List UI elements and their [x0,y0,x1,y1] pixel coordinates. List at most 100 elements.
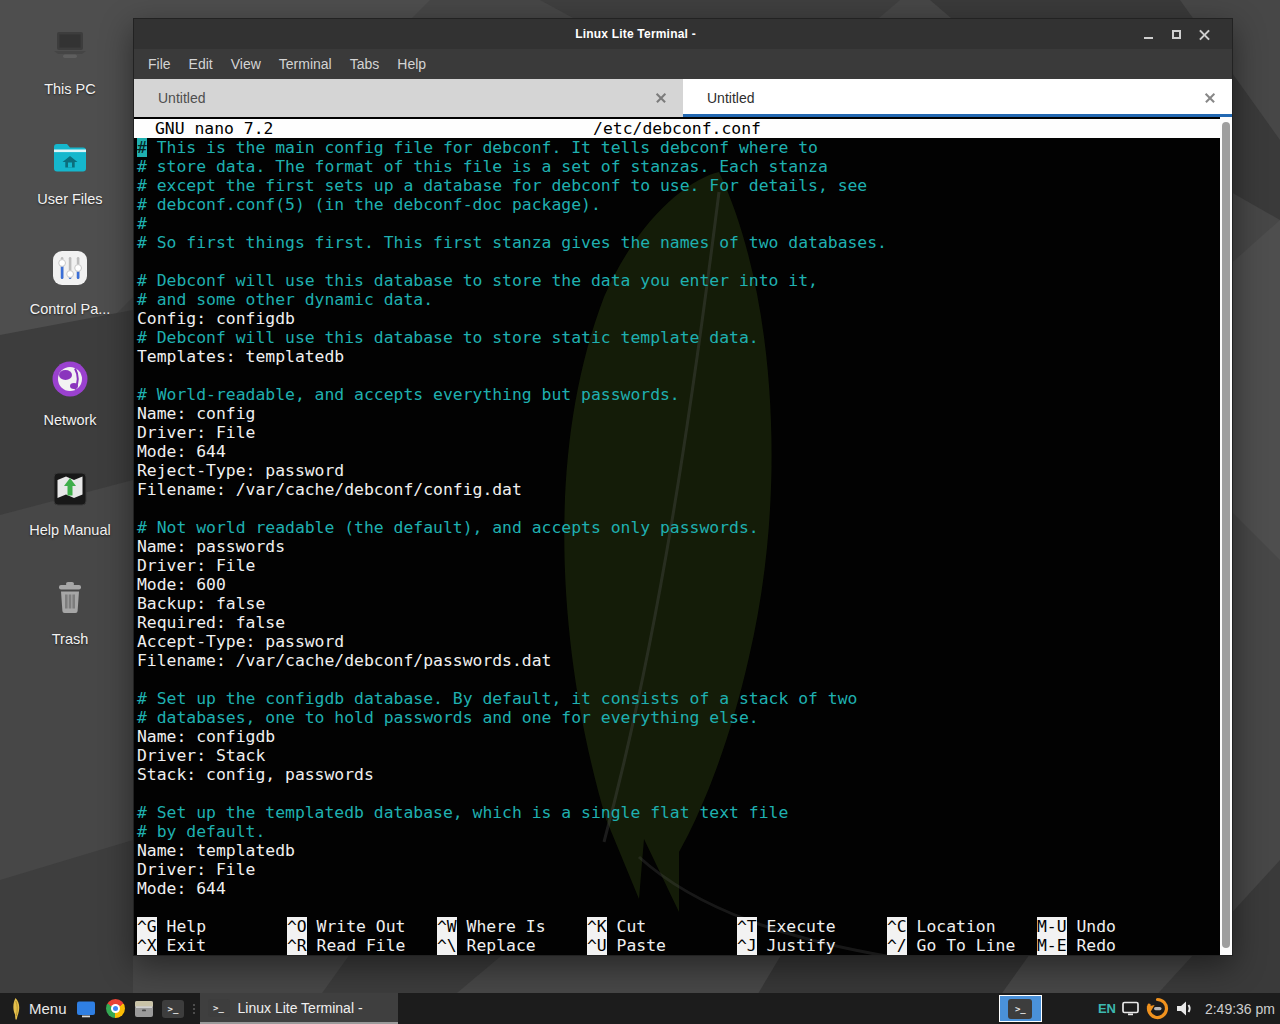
nano-shortcut-where-is[interactable]: ^W Where Is [437,917,546,936]
nano-shortcut-execute[interactable]: ^T Execute [737,917,836,936]
scrollbar[interactable] [1220,117,1232,955]
editor-line: # debconf.conf(5) (in the debconf-doc pa… [134,195,1220,214]
menu-view[interactable]: View [222,53,270,75]
editor-line: # databases, one to hold passwords and o… [134,708,1220,727]
editor-line: Driver: Stack [134,746,1220,765]
nano-shortcut-write-out[interactable]: ^O Write Out [287,917,405,936]
desktop-pager-icon[interactable] [75,993,97,1024]
editor-line [134,252,1220,271]
computer-icon [46,24,94,72]
text-cursor: # [137,138,147,157]
editor-line [134,499,1220,518]
nano-shortcut-location[interactable]: ^C Location [887,917,996,936]
task-button-label: Linux Lite Terminal - [238,1000,363,1016]
editor-line: Mode: 600 [134,575,1220,594]
editor-line: Name: config [134,404,1220,423]
tab-close-icon[interactable] [1204,92,1216,104]
editor-line: # So first things first. This first stan… [134,233,1220,252]
editor-line: Filename: /var/cache/debconf/passwords.d… [134,651,1220,670]
editor-line: # Debconf will use this database to stor… [134,328,1220,347]
keyboard-layout-indicator[interactable]: EN [1098,1001,1116,1016]
editor-line: Required: false [134,613,1220,632]
editor-line: # World-readable, and accepts everything… [134,385,1220,404]
file-manager-icon[interactable] [133,993,155,1024]
desktop-icon-this-pc[interactable]: This PC [16,24,124,97]
editor-line: Templates: templatedb [134,347,1220,366]
editor-line: # by default. [134,822,1220,841]
nano-shortcut-help[interactable]: ^G Help [137,917,206,936]
nano-shortcut-cut[interactable]: ^K Cut [587,917,646,936]
editor-line: # Not world readable (the default), and … [134,518,1220,537]
editor-line: Name: templatedb [134,841,1220,860]
desktop-icon-label: Trash [52,631,89,647]
globe-icon [46,355,94,403]
editor-line: # except the first sets up a database fo… [134,176,1220,195]
editor-line [134,898,1220,917]
terminal-icon: >_ [208,999,230,1017]
tab-label: Untitled [158,90,205,106]
nano-shortcut-read-file[interactable]: ^R Read File [287,936,405,955]
taskbar-separator [190,1000,198,1018]
desktop-icon-control-panel[interactable]: Control Pa... [16,244,124,317]
clock[interactable]: 2:49:36 pm [1205,1001,1275,1017]
editor-line: Driver: File [134,556,1220,575]
desktop-icon-label: User Files [37,191,102,207]
system-tray: >_ EN 2:49:36 pm [999,993,1280,1024]
titlebar[interactable]: Linux Lite Terminal - [134,19,1232,49]
menu-help[interactable]: Help [388,53,435,75]
menu-file[interactable]: File [139,53,180,75]
desktop-icon-trash[interactable]: Trash [16,574,124,647]
editor-line: # This is the main config file for debco… [134,138,1220,157]
desktop-icon-user-files[interactable]: User Files [16,134,124,207]
editor-line [134,784,1220,803]
desktop-icon-help-manual[interactable]: Help Manual [16,465,124,538]
tab-untitled-1[interactable]: Untitled [134,79,683,117]
volume-icon[interactable] [1175,1000,1194,1017]
editor-line: Driver: File [134,423,1220,442]
display-icon[interactable] [1122,1001,1139,1016]
menu-button[interactable]: Menu [0,993,72,1024]
chromium-icon[interactable] [104,993,126,1024]
menu-terminal[interactable]: Terminal [270,53,341,75]
nano-shortcut-bar: ^G Help ^O Write Out ^W Where Is ^K Cut ^T E… [134,917,1208,955]
desktop-icon-label: Network [43,412,96,428]
tab-close-icon[interactable] [655,92,667,104]
tab-untitled-2[interactable]: Untitled [683,79,1232,117]
nano-shortcut-go-to-line[interactable]: ^/ Go To Line [887,936,1015,955]
window-title: Linux Lite Terminal - [134,27,1137,41]
editor-line: Backup: false [134,594,1220,613]
tab-label: Untitled [707,90,754,106]
desktop-icon-label: Help Manual [29,522,110,538]
editor-line: Reject-Type: password [134,461,1220,480]
tray-terminal-icon[interactable]: >_ [999,995,1042,1022]
menubar: FileEditViewTerminalTabsHelp [134,49,1232,79]
editor-line [134,670,1220,689]
nano-shortcut-replace[interactable]: ^\ Replace [437,936,536,955]
editor-line: # and some other dynamic data. [134,290,1220,309]
tabbar: Untitled Untitled [134,79,1232,117]
menu-tabs[interactable]: Tabs [341,53,389,75]
editor-line: # Debconf will use this database to stor… [134,271,1220,290]
menu-edit[interactable]: Edit [180,53,222,75]
editor-line: Accept-Type: password [134,632,1220,651]
nano-shortcut-redo[interactable]: M-E Redo [1037,936,1116,955]
editor-line [134,366,1220,385]
nano-shortcut-paste[interactable]: ^U Paste [587,936,666,955]
trash-icon [46,574,94,622]
desktop-icon-network[interactable]: Network [16,355,124,428]
close-button[interactable] [1190,19,1218,49]
editor-line: Filename: /var/cache/debconf/config.dat [134,480,1220,499]
terminal-area[interactable]: GNU nano 7.2/etc/debconf.conf # This is … [134,117,1232,955]
terminal-launcher-icon[interactable]: >_ [162,993,184,1024]
minimize-button[interactable] [1134,19,1162,49]
scrollbar-thumb[interactable] [1222,122,1230,948]
editor-line: Stack: config, passwords [134,765,1220,784]
editor-line: Driver: File [134,860,1220,879]
nano-shortcut-exit[interactable]: ^X Exit [137,936,206,955]
nano-shortcut-undo[interactable]: M-U Undo [1037,917,1116,936]
maximize-button[interactable] [1162,19,1190,49]
menu-label: Menu [29,1000,67,1017]
nano-shortcut-justify[interactable]: ^J Justify [737,936,836,955]
task-button-terminal[interactable]: >_ Linux Lite Terminal - [200,993,398,1024]
update-icon[interactable] [1146,997,1169,1020]
